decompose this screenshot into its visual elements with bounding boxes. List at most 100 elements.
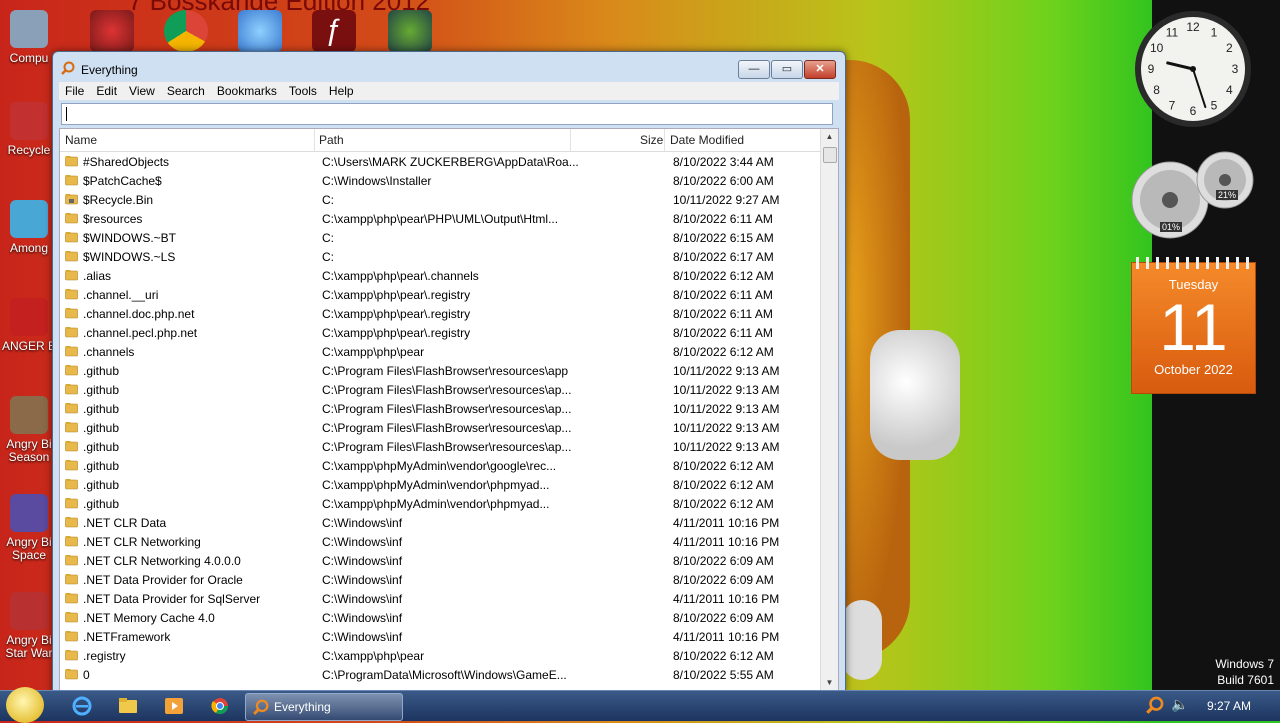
- table-row[interactable]: .NET CLR Data C:\Windows\inf 4/11/2011 10:…: [60, 513, 820, 532]
- table-row[interactable]: .github C:\Program Files\FlashBrowser\res…: [60, 399, 820, 418]
- magnifier-icon: [253, 699, 269, 715]
- desktop-icon[interactable]: Compu: [0, 10, 58, 65]
- media-player-icon[interactable]: [162, 695, 186, 717]
- taskbar-clock[interactable]: 9:27 AM: [1207, 699, 1251, 713]
- everything-window[interactable]: Everything — ▭ ✕ File Edit View Search Bookm…: [52, 51, 846, 693]
- wallpaper-character-foot: [842, 600, 882, 680]
- minimize-button[interactable]: —: [738, 60, 770, 79]
- column-date-modified[interactable]: Date Modified: [670, 133, 744, 147]
- start-button[interactable]: [6, 687, 44, 723]
- row-date-modified: 8/10/2022 6:09 AM: [673, 573, 774, 587]
- column-path[interactable]: Path: [319, 133, 344, 147]
- wallpaper-character-arm: [870, 330, 960, 460]
- row-path: C:\xampp\phpMyAdmin\vendor\phpmyad...: [322, 478, 550, 492]
- title-bar[interactable]: Everything — ▭ ✕: [53, 52, 845, 82]
- folder-icon: [65, 631, 78, 642]
- flash-icon[interactable]: ƒ: [312, 10, 356, 52]
- table-row[interactable]: .channel.__uri C:\xampp\php\pear\.registr…: [60, 285, 820, 304]
- table-row[interactable]: $WINDOWS.~BT C: 8/10/2022 6:15 AM: [60, 228, 820, 247]
- folder-icon[interactable]: [116, 695, 140, 717]
- table-row[interactable]: .github C:\Program Files\FlashBrowser\res…: [60, 361, 820, 380]
- bird-icon[interactable]: [238, 10, 282, 52]
- menu-edit[interactable]: Edit: [90, 82, 123, 100]
- chrome-taskbar-icon[interactable]: [208, 695, 232, 717]
- desktop-icon[interactable]: ANGER E: [0, 298, 58, 353]
- desktop-icon[interactable]: Angry Bi Space: [0, 494, 58, 562]
- result-rows: #SharedObjects C:\Users\MARK ZUCKERBERG\A…: [60, 152, 820, 684]
- volume-icon[interactable]: 🔈: [1171, 696, 1188, 713]
- table-row[interactable]: .NETFramework C:\Windows\inf 4/11/2011 10:…: [60, 627, 820, 646]
- table-row[interactable]: .channel.doc.php.net C:\xampp\php\pear\.r…: [60, 304, 820, 323]
- search-input[interactable]: [61, 103, 833, 125]
- row-name: $Recycle.Bin: [83, 193, 154, 207]
- table-row[interactable]: .github C:\xampp\phpMyAdmin\vendor\google…: [60, 456, 820, 475]
- table-row[interactable]: .github C:\Program Files\FlashBrowser\res…: [60, 437, 820, 456]
- angry-birds-star-wars-icon[interactable]: [90, 10, 134, 52]
- menu-bookmarks[interactable]: Bookmarks: [211, 82, 283, 100]
- menu-tools[interactable]: Tools: [283, 82, 323, 100]
- table-row[interactable]: .NET Data Provider for Oracle C:\Windows\…: [60, 570, 820, 589]
- scroll-up-arrow[interactable]: ▲: [821, 129, 838, 145]
- table-row[interactable]: $resources C:\xampp\php\pear\PHP\UML\Outp…: [60, 209, 820, 228]
- table-row[interactable]: 0 C:\ProgramData\Microsoft\Windows\GameE.…: [60, 665, 820, 684]
- close-button[interactable]: ✕: [804, 60, 836, 79]
- clock-gadget[interactable]: 1234567891011 12: [1132, 8, 1254, 130]
- angry-birds-pigs-icon[interactable]: [388, 10, 432, 52]
- menu-file[interactable]: File: [59, 82, 90, 100]
- table-row[interactable]: $PatchCache$ C:\Windows\Installer 8/10/202…: [60, 171, 820, 190]
- row-path: C:\xampp\php\pear\.registry: [322, 307, 471, 321]
- table-row[interactable]: .github C:\xampp\phpMyAdmin\vendor\phpmya…: [60, 475, 820, 494]
- folder-icon: [65, 289, 78, 300]
- menu-bar: File Edit View Search Bookmarks Tools Help: [59, 82, 839, 100]
- scroll-thumb[interactable]: [823, 147, 837, 163]
- table-row[interactable]: .NET Memory Cache 4.0 C:\Windows\inf 8/10/…: [60, 608, 820, 627]
- table-row[interactable]: .NET CLR Networking 4.0.0.0 C:\Windows\in…: [60, 551, 820, 570]
- table-row[interactable]: $Recycle.Bin C: 10/11/2022 9:27 AM: [60, 190, 820, 209]
- column-divider[interactable]: [664, 129, 665, 151]
- taskbar-task-everything[interactable]: Everything: [245, 693, 403, 721]
- table-row[interactable]: .channels C:\xampp\php\pear 8/10/2022 6:12…: [60, 342, 820, 361]
- calendar-gadget[interactable]: Tuesday 11 October 2022: [1131, 257, 1256, 394]
- desktop-icon[interactable]: Recycle: [0, 102, 58, 157]
- menu-help[interactable]: Help: [323, 82, 360, 100]
- chrome-icon[interactable]: [164, 10, 208, 52]
- row-date-modified: 10/11/2022 9:13 AM: [673, 383, 780, 397]
- table-row[interactable]: .registry C:\xampp\php\pear 8/10/2022 6:12…: [60, 646, 820, 665]
- internet-explorer-icon[interactable]: [70, 695, 94, 717]
- scroll-down-arrow[interactable]: ▼: [821, 675, 838, 691]
- folder-icon: [65, 669, 78, 680]
- row-path: C:\Windows\inf: [322, 611, 403, 625]
- table-row[interactable]: #SharedObjects C:\Users\MARK ZUCKERBERG\A…: [60, 152, 820, 171]
- row-name: .channel.doc.php.net: [83, 307, 195, 321]
- menu-search[interactable]: Search: [161, 82, 211, 100]
- table-row[interactable]: .github C:\Program Files\FlashBrowser\res…: [60, 418, 820, 437]
- desktop-icon[interactable]: Among: [0, 200, 58, 255]
- row-date-modified: 10/11/2022 9:13 AM: [673, 440, 780, 454]
- table-row[interactable]: .github C:\xampp\phpMyAdmin\vendor\phpmya…: [60, 494, 820, 513]
- desktop-icon[interactable]: Angry Bi Season: [0, 396, 58, 464]
- table-row[interactable]: .NET Data Provider for SqlServer C:\Windo…: [60, 589, 820, 608]
- row-name: .NET Data Provider for SqlServer: [83, 592, 261, 606]
- table-row[interactable]: .alias C:\xampp\php\pear\.channels 8/10/20…: [60, 266, 820, 285]
- table-row[interactable]: $WINDOWS.~LS C: 8/10/2022 6:17 AM: [60, 247, 820, 266]
- desktop-icon[interactable]: Angry Bi Star War: [0, 592, 58, 660]
- everything-tray-icon[interactable]: [1146, 696, 1164, 714]
- row-name: .channel.pecl.php.net: [83, 326, 198, 340]
- vertical-scrollbar[interactable]: ▲ ▼: [820, 129, 838, 691]
- column-divider[interactable]: [570, 129, 571, 151]
- table-row[interactable]: .NET CLR Networking C:\Windows\inf 4/11/20…: [60, 532, 820, 551]
- table-row[interactable]: .github C:\Program Files\FlashBrowser\res…: [60, 380, 820, 399]
- clock-numeral: 10: [1150, 41, 1164, 55]
- table-row[interactable]: .channel.pecl.php.net C:\xampp\php\pear\.…: [60, 323, 820, 342]
- menu-view[interactable]: View: [123, 82, 161, 100]
- column-name[interactable]: Name: [65, 133, 97, 147]
- row-date-modified: 8/10/2022 6:12 AM: [673, 345, 774, 359]
- windows-version: Windows 7: [1215, 657, 1274, 671]
- windows-build: Build 7601: [1217, 673, 1274, 687]
- cpu-meter-gadget[interactable]: 01% 21%: [1130, 148, 1256, 240]
- maximize-button[interactable]: ▭: [771, 60, 803, 79]
- column-size[interactable]: Size: [640, 133, 663, 147]
- row-date-modified: 8/10/2022 5:55 AM: [673, 668, 774, 682]
- column-divider[interactable]: [314, 129, 315, 151]
- row-name: .NET Data Provider for Oracle: [83, 573, 243, 587]
